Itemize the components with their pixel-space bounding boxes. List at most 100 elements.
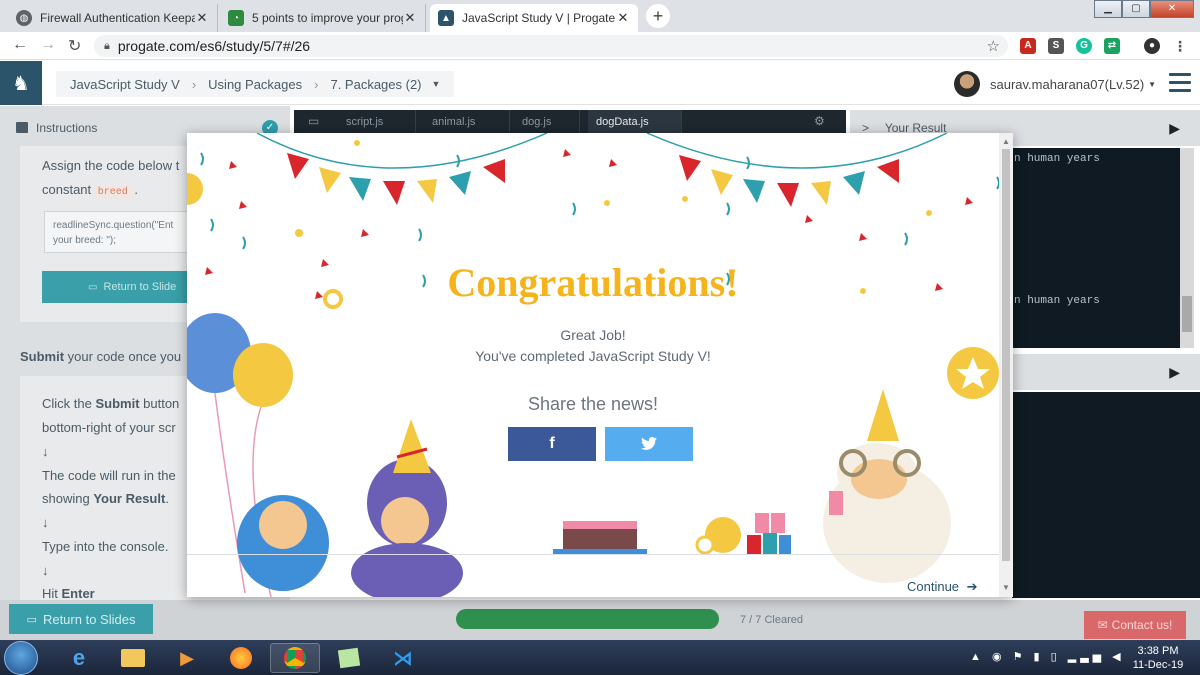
cleared-count: 7 / 7 Cleared: [740, 614, 803, 626]
arrow-right-icon: ➔: [966, 579, 978, 594]
lesson-footer: ▭ Return to Slides 7 / 7 Cleared ✉ Conta…: [0, 600, 1200, 640]
profile-icon[interactable]: ●: [1144, 38, 1160, 54]
step-prefix: Click the: [42, 396, 96, 411]
url-field[interactable]: 🔒︎ progate.com/es6/study/5/7#/26 ☆: [94, 35, 1008, 57]
pdf-extension-icon[interactable]: A: [1020, 38, 1036, 54]
clock-time: 3:38 PM: [1137, 645, 1179, 657]
clock[interactable]: 3:38 PM 11-Dec-19: [1124, 644, 1192, 672]
facebook-share-button[interactable]: f: [508, 427, 596, 461]
address-bar: ← → ↻ 🔒︎ progate.com/es6/study/5/7#/26 ☆…: [0, 32, 1200, 60]
down-arrow: ↓: [42, 563, 49, 578]
caret-down-icon[interactable]: ▼: [432, 79, 441, 89]
browser-tab-firewall[interactable]: ◍ Firewall Authentication Keepalive ✕: [8, 4, 218, 32]
reload-icon[interactable]: ↻: [68, 36, 81, 56]
close-tab-icon[interactable]: ✕: [616, 10, 630, 26]
forward-icon[interactable]: →: [40, 36, 56, 54]
vscode-icon[interactable]: ⋊: [378, 643, 428, 673]
return-to-slides-button[interactable]: ▭ Return to Slides: [9, 604, 153, 634]
browser-tab-title: 5 points to improve your program: [252, 11, 403, 25]
hamburger-icon[interactable]: [1169, 73, 1191, 97]
browser-tab-progate[interactable]: ▲ JavaScript Study V | Progate - Le ✕: [430, 4, 638, 32]
editor-tabs: ▭ script.js animal.js dog.js dogData.js …: [294, 110, 846, 134]
close-tab-icon[interactable]: ✕: [195, 10, 209, 26]
contact-button[interactable]: ✉ Contact us!: [1084, 611, 1186, 639]
avatar: [954, 71, 980, 97]
caret-down-icon: ▼: [1148, 79, 1157, 89]
console-scrollbar[interactable]: [1180, 148, 1194, 348]
congratulations-modal: Congratulations! Great Job! You've compl…: [187, 133, 1013, 597]
completed-text: You've completed JavaScript Study V!: [475, 348, 711, 364]
console-header: ▶: [1012, 354, 1200, 390]
scroll-down-icon[interactable]: ▼: [1002, 583, 1010, 592]
chrome-icon[interactable]: [270, 643, 320, 673]
media-player-icon[interactable]: ▶: [162, 643, 212, 673]
twitter-share-button[interactable]: [605, 427, 693, 461]
editor-tab[interactable]: dog.js: [514, 110, 580, 134]
down-arrow: ↓: [42, 444, 49, 459]
step-text: bottom-right of your scr: [42, 420, 176, 435]
slides-icon: ▭: [26, 613, 37, 626]
editor-tab-active[interactable]: dogData.js: [588, 110, 682, 134]
play-icon[interactable]: ▶: [1169, 364, 1180, 381]
continue-label: Continue: [907, 579, 960, 594]
window-controls: ▁ ▢ ✕: [1094, 0, 1194, 18]
new-tab-button[interactable]: +: [646, 4, 670, 28]
step-bold: Submit: [95, 396, 140, 411]
instruction-text-2: constant breed .: [42, 178, 138, 204]
file-explorer-icon[interactable]: [108, 643, 158, 673]
breadcrumb-lesson[interactable]: 7. Packages (2): [330, 77, 421, 92]
firefox-icon[interactable]: [216, 643, 266, 673]
s-extension-icon[interactable]: S: [1048, 38, 1064, 54]
book-icon: [16, 122, 28, 133]
progate-favicon-icon: ▲: [438, 10, 454, 26]
modal-scrollbar[interactable]: ▲ ▼: [999, 133, 1013, 597]
editor-tab-label: dog.js: [522, 116, 552, 128]
step-text: showing Your Result.: [42, 487, 169, 510]
translate-extension-icon[interactable]: ⇄: [1104, 38, 1120, 54]
clock-date: 11-Dec-19: [1132, 659, 1184, 671]
console-line: n human years: [1014, 295, 1100, 307]
submit-rest: your code once you: [64, 349, 182, 364]
grammarly-icon[interactable]: G: [1076, 38, 1092, 54]
breadcrumb-course[interactable]: JavaScript Study V: [70, 77, 180, 92]
ie-icon[interactable]: e: [54, 643, 104, 673]
breadcrumb-section[interactable]: Using Packages: [208, 77, 302, 92]
scroll-up-icon[interactable]: ▲: [1002, 137, 1010, 146]
maximize-button[interactable]: ▢: [1122, 0, 1150, 18]
play-icon[interactable]: ▶: [1169, 110, 1180, 146]
instructions-heading: Instructions: [36, 121, 98, 135]
menu-dots-icon[interactable]: ⋮: [1172, 38, 1188, 54]
editor-tab[interactable]: script.js: [338, 110, 416, 134]
close-window-button[interactable]: ✕: [1150, 0, 1194, 18]
system-tray[interactable]: ▲ ◉ ⚑ ▮ ▯ ▂▃▅ ◀: [970, 650, 1125, 663]
editor-tab-label: animal.js: [432, 116, 476, 128]
facebook-icon: f: [549, 435, 555, 452]
folder-icon[interactable]: ▭: [308, 114, 319, 128]
progate-logo-icon[interactable]: ♞: [0, 61, 42, 105]
console-output: n human years n human years: [1012, 148, 1180, 348]
slides-icon: ▭: [88, 281, 98, 293]
url-text: progate.com/es6/study/5/7#/26: [117, 38, 311, 54]
back-icon[interactable]: ←: [12, 36, 28, 54]
progate-header: ♞ JavaScript Study V › Using Packages › …: [0, 61, 1200, 105]
gear-icon[interactable]: ⚙: [814, 114, 825, 128]
step-text: The code will run in the: [42, 468, 176, 483]
instruction-text-prefix: constant: [42, 182, 92, 197]
editor-tab[interactable]: animal.js: [424, 110, 510, 134]
twitter-icon: [641, 437, 657, 450]
console-input[interactable]: [1012, 392, 1200, 598]
congratulations-title: Congratulations!: [447, 260, 739, 305]
star-icon[interactable]: ☆: [987, 37, 1000, 55]
minimize-button[interactable]: ▁: [1094, 0, 1122, 18]
continue-link[interactable]: Continue ➔: [907, 579, 978, 595]
scrollbar-thumb[interactable]: [1002, 149, 1010, 561]
user-menu[interactable]: saurav.maharana07(Lv.52) ▼: [954, 71, 1156, 97]
close-tab-icon[interactable]: ✕: [403, 10, 417, 26]
contact-label: Contact us!: [1111, 618, 1173, 632]
scrollbar-thumb[interactable]: [1182, 296, 1192, 332]
browser-tab-improve[interactable]: ◔ 5 points to improve your program ✕: [220, 4, 426, 32]
sticky-notes-icon[interactable]: [324, 643, 374, 673]
start-button[interactable]: [4, 641, 38, 675]
instruction-text-suffix: .: [134, 182, 139, 197]
breadcrumb: JavaScript Study V › Using Packages › 7.…: [56, 71, 455, 97]
